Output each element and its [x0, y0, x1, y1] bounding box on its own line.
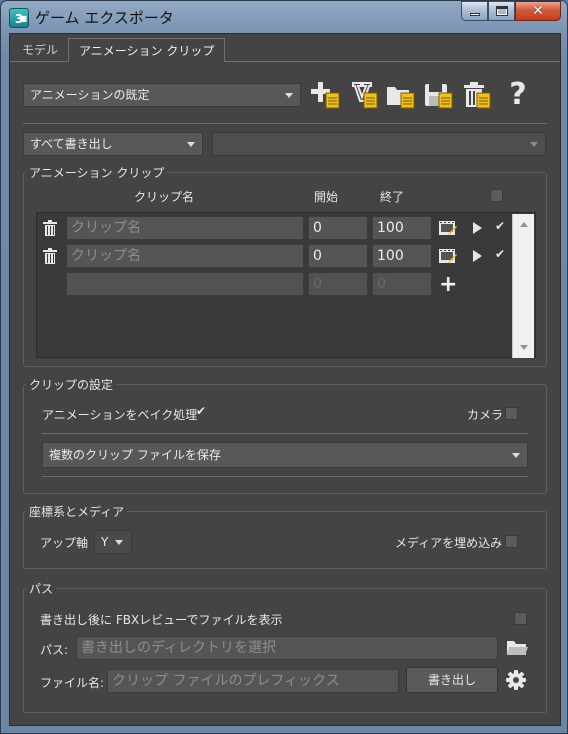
minimize-icon	[469, 12, 480, 16]
path-label: パス:	[40, 643, 69, 657]
window-frame: 3 ■ ゲーム エクスポータ ✕ モデル アニメーション クリップ アニメーション…	[0, 0, 568, 734]
clip-export-checkbox[interactable]	[495, 219, 508, 235]
filename-label: ファイル名:	[40, 676, 105, 690]
new-clip-end-field[interactable]: 0	[372, 272, 432, 296]
gear-icon[interactable]	[506, 670, 526, 690]
timeline-range-icon[interactable]	[439, 248, 457, 264]
view-after-export-checkbox[interactable]	[514, 612, 527, 625]
header-end: 終了	[380, 190, 405, 204]
up-axis-value: Y	[101, 535, 109, 549]
select-all-checkbox[interactable]	[490, 189, 503, 202]
timeline-range-icon[interactable]	[439, 220, 457, 236]
camera-label: カメラ	[467, 408, 504, 422]
tab-model[interactable]: モデル	[12, 38, 68, 62]
bake-animation-checkbox[interactable]	[196, 404, 209, 420]
camera-checkbox[interactable]	[505, 407, 518, 420]
add-preset-icon[interactable]	[310, 79, 342, 111]
toolbar-separator	[23, 123, 547, 124]
chevron-down-icon	[115, 540, 123, 545]
title-bar[interactable]: 3 ■ ゲーム エクスポータ ✕	[1, 1, 567, 33]
clip-end-field[interactable]: 100	[372, 244, 432, 268]
active-tab-gap	[73, 61, 215, 62]
edit-preset-icon[interactable]	[348, 79, 380, 111]
export-mode-dropdown[interactable]: すべて書き出し	[23, 132, 203, 156]
up-axis-dropdown[interactable]: Y	[94, 530, 132, 554]
clip-save-mode-value: 複数のクリップ ファイルを保存	[49, 448, 221, 462]
preset-dropdown-value: アニメーションの既定	[30, 88, 150, 102]
coords-media-group-label: 座標系とメディア	[26, 503, 128, 520]
preset-dropdown[interactable]: アニメーションの既定	[23, 83, 301, 107]
folder-icon[interactable]	[506, 639, 528, 657]
chevron-down-icon	[187, 142, 195, 147]
header-start: 開始	[314, 190, 339, 204]
maximize-button[interactable]	[488, 1, 515, 21]
trash-icon[interactable]	[43, 248, 57, 264]
export-mode-value: すべて書き出し	[30, 137, 113, 151]
export-path-field[interactable]: 書き出しのディレクトリを選択	[76, 636, 498, 660]
tab-animation-clips[interactable]: アニメーション クリップ	[68, 38, 226, 62]
scroll-down-icon[interactable]	[520, 345, 528, 350]
clip-settings-separator	[42, 433, 528, 434]
clip-save-mode-dropdown[interactable]: 複数のクリップ ファイルを保存	[42, 442, 528, 468]
chevron-down-icon	[285, 93, 293, 98]
clip-end-field[interactable]: 100	[372, 216, 432, 240]
header-clip-name: クリップ名	[134, 190, 195, 204]
embed-media-label: メディアを埋め込み	[395, 536, 503, 550]
export-button[interactable]: 書き出し	[406, 667, 498, 693]
bake-animation-label: アニメーションをベイク処理	[42, 408, 198, 422]
clip-export-checkbox[interactable]	[495, 247, 508, 263]
new-clip-name-field[interactable]	[66, 272, 304, 296]
take-dropdown[interactable]	[212, 132, 546, 156]
up-axis-label: アップ軸	[40, 536, 89, 550]
animation-clips-group-label: アニメーション クリップ	[26, 164, 168, 181]
scroll-up-icon[interactable]	[520, 222, 528, 227]
clip-settings-separator	[42, 476, 528, 477]
app-icon[interactable]: 3 ■	[9, 8, 29, 28]
clip-name-field[interactable]: クリップ名	[66, 244, 304, 268]
maximize-icon	[495, 6, 508, 16]
clip-list-scrollbar[interactable]	[512, 214, 534, 358]
clip-settings-group-label: クリップの設定	[26, 376, 117, 393]
window-title: ゲーム エクスポータ	[35, 9, 174, 27]
tab-bar: モデル アニメーション クリップ	[12, 38, 226, 62]
new-clip-start-field[interactable]: 0	[308, 272, 368, 296]
chevron-down-icon	[530, 142, 538, 147]
close-icon: ✕	[532, 3, 544, 19]
help-icon[interactable]: ?	[504, 79, 532, 111]
chevron-down-icon	[512, 453, 520, 458]
clip-name-field[interactable]: クリップ名	[66, 216, 304, 240]
filename-prefix-field[interactable]: クリップ ファイルのプレフィックス	[107, 669, 399, 693]
load-preset-icon[interactable]	[385, 79, 417, 111]
trash-icon[interactable]	[43, 220, 57, 236]
close-button[interactable]: ✕	[515, 1, 561, 21]
clip-start-field[interactable]: 0	[308, 244, 368, 268]
minimize-button[interactable]	[461, 1, 488, 21]
window-controls: ✕	[461, 1, 561, 21]
view-after-export-label: 書き出し後に FBXレビューでファイルを表示	[40, 613, 283, 627]
embed-media-checkbox[interactable]	[505, 535, 518, 548]
add-clip-icon[interactable]: +	[439, 274, 457, 296]
clip-start-field[interactable]: 0	[308, 216, 368, 240]
play-icon[interactable]	[473, 222, 482, 234]
delete-preset-icon[interactable]	[461, 79, 493, 111]
save-preset-icon[interactable]	[423, 79, 455, 111]
play-icon[interactable]	[473, 250, 482, 262]
clip-settings-group	[23, 384, 547, 494]
path-group-label: パス	[26, 580, 57, 597]
dialog-body: モデル アニメーション クリップ アニメーションの既定 ? すべて書き出し アニ…	[9, 33, 561, 726]
